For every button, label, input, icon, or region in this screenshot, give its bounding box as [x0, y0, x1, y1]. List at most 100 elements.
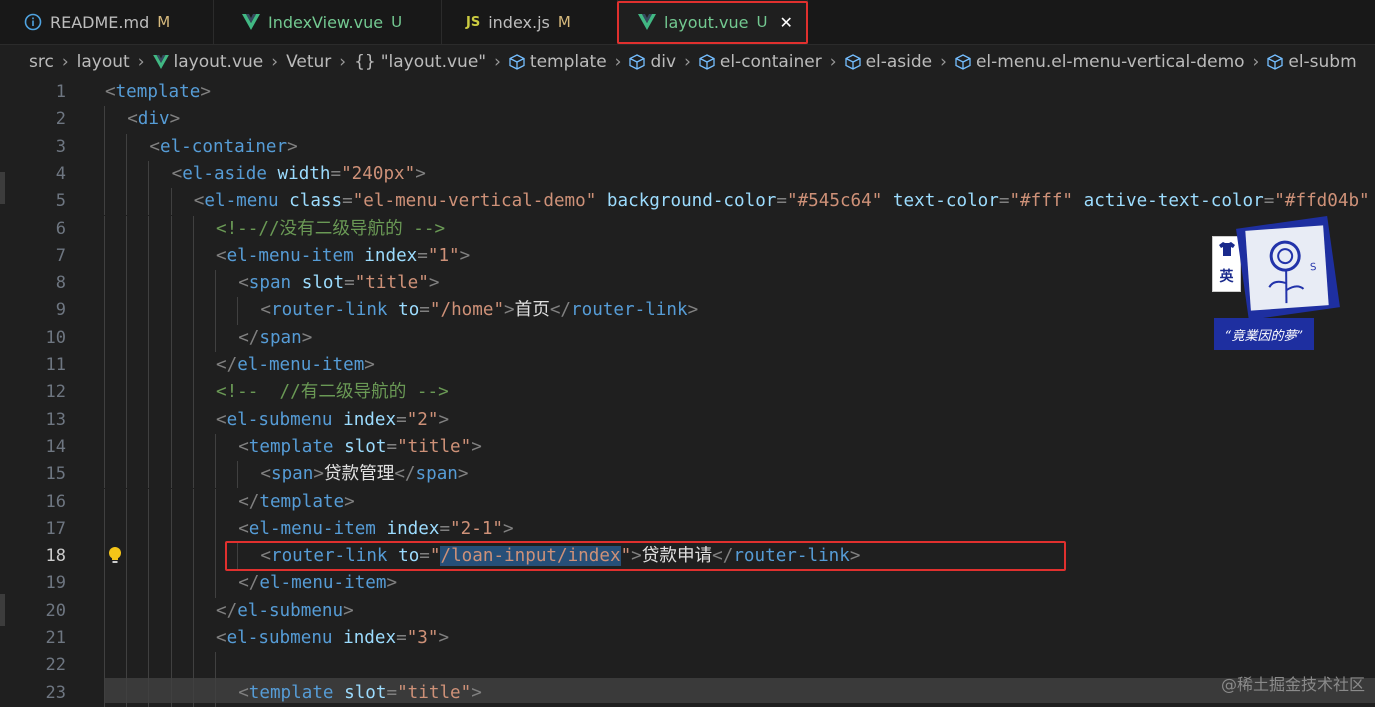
code-line[interactable]: 1 <template> — [0, 79, 1375, 106]
chevron-right-icon: › — [339, 52, 347, 72]
code-line[interactable]: 3 <el-container> — [0, 133, 1375, 161]
tab-readme[interactable]: README.md M — [0, 0, 214, 44]
code-line[interactable]: 19 </el-menu-item> — [0, 570, 1375, 598]
indent-guide — [104, 242, 105, 271]
indent-guide — [215, 461, 216, 489]
code-editor[interactable]: 1 <template> 2 <div> 3 <el-container> 4 <el-asi… — [0, 79, 1375, 707]
code-line[interactable]: 16 </template> — [0, 488, 1375, 516]
code-token: > — [438, 628, 450, 648]
indent-guide — [104, 515, 105, 544]
indent-guide — [104, 297, 105, 325]
code-line[interactable]: 14 <template slot="title"> — [0, 433, 1375, 462]
indent-guide — [192, 625, 194, 653]
indent-guide — [104, 133, 105, 161]
code-line[interactable]: 20 </el-submenu> — [0, 597, 1375, 625]
ime-badge: 英 — [1212, 236, 1241, 292]
breadcrumb-item[interactable]: "layout.vue" — [381, 52, 486, 72]
code-token: " — [620, 546, 632, 567]
indent-guide — [170, 570, 172, 598]
code-line[interactable]: 6 <!--//没有二级导航的 --> — [0, 215, 1375, 243]
code-line[interactable]: 13 <el-submenu index="2"> — [0, 406, 1375, 434]
breadcrumb-item[interactable]: src — [29, 52, 54, 72]
code-text: <!--//没有二级导航的 --> — [216, 216, 445, 243]
indent-guide — [237, 297, 239, 325]
lightbulb-icon[interactable] — [108, 546, 122, 570]
code-line[interactable]: 17 <el-menu-item index="2-1"> — [0, 515, 1375, 544]
code-token: template — [115, 82, 201, 102]
indent-guide — [170, 324, 172, 352]
indent-guide — [215, 433, 216, 462]
line-number: 14 — [45, 436, 66, 457]
breadcrumb-item[interactable]: template — [530, 52, 607, 72]
code-line[interactable]: 11 </el-menu-item> — [0, 352, 1375, 380]
code-token: < — [238, 436, 249, 457]
indent-guide — [192, 242, 194, 271]
code-token: = — [396, 409, 407, 430]
editor-tab-bar: README.md M IndexView.vue U JS index.js … — [0, 0, 1375, 45]
cube-icon — [844, 54, 861, 70]
code-text: <el-container> — [149, 134, 297, 161]
breadcrumb-item[interactable]: layout.vue — [174, 52, 264, 72]
indent-guide — [148, 379, 150, 407]
code-text: <!-- //有二级导航的 --> — [216, 379, 449, 406]
code-line[interactable]: 5 <el-menu class="el-menu-vertical-demo" … — [0, 188, 1375, 216]
code-token: < — [216, 628, 227, 648]
breadcrumb-item[interactable]: Vetur — [286, 52, 331, 72]
indent-guide — [104, 433, 105, 462]
indent-guide — [126, 297, 128, 325]
code-token: slot — [333, 436, 387, 457]
indent-guide — [170, 270, 172, 298]
code-token: > — [631, 546, 642, 567]
code-token: </ — [238, 327, 260, 348]
code-line[interactable]: 7 <el-menu-item index="1"> — [0, 242, 1375, 271]
indent-guide — [126, 215, 128, 243]
code-line[interactable]: 8 <span slot="title"> — [0, 270, 1375, 298]
code-token: 贷款管理 — [323, 464, 395, 485]
indent-guide — [192, 515, 194, 544]
breadcrumb-item[interactable]: el-aside — [866, 52, 933, 72]
tab-layout[interactable]: layout.vue U ✕ — [618, 0, 808, 44]
indent-guide — [148, 488, 150, 516]
cube-icon — [509, 54, 525, 70]
code-line[interactable]: 9 <router-link to="/home">首页</router-link… — [0, 297, 1375, 325]
tab-indexjs[interactable]: JS index.js M — [442, 0, 618, 44]
code-line[interactable]: 21 <el-submenu index="3"> — [0, 625, 1375, 653]
indent-guide — [192, 433, 194, 462]
code-token: = — [419, 546, 430, 567]
indent-guide — [126, 515, 128, 544]
breadcrumb-item[interactable]: div — [650, 52, 676, 72]
indent-guide — [170, 379, 172, 407]
code-token: " — [429, 546, 441, 567]
code-token: span — [270, 464, 314, 485]
code-line[interactable]: 10 </span> — [0, 324, 1375, 352]
code-token: > — [459, 245, 471, 266]
line-number: 7 — [55, 245, 66, 266]
code-line[interactable]: 22 — [0, 652, 1375, 680]
code-token: > — [386, 573, 398, 594]
code-token: "240px" — [341, 163, 416, 184]
code-token: "3" — [406, 628, 439, 648]
code-line[interactable]: 2 <div> — [0, 106, 1375, 134]
vue-icon — [152, 55, 169, 69]
code-line[interactable]: 15 <span>贷款管理</span> — [0, 461, 1375, 489]
indent-guide — [148, 352, 150, 380]
indent-guide — [126, 625, 128, 653]
code-line[interactable]: 4 <el-aside width="240px"> — [0, 160, 1375, 189]
breadcrumb-item[interactable]: el-menu.el-menu-vertical-demo — [976, 52, 1245, 72]
breadcrumb-item[interactable]: el-subm — [1288, 52, 1356, 72]
cube-icon — [699, 54, 715, 70]
code-line[interactable]: 18 <router-link to="/loan-input/index">贷款… — [0, 543, 1375, 571]
indent-guide — [104, 543, 105, 571]
close-icon[interactable]: ✕ — [779, 13, 792, 32]
breadcrumb-item[interactable]: el-container — [720, 52, 822, 72]
breadcrumb-item[interactable]: layout — [77, 52, 130, 72]
selected-text: /loan-input/index — [440, 546, 621, 567]
braces-icon: {} — [354, 52, 376, 72]
indent-guide — [148, 324, 150, 352]
tab-indexview[interactable]: IndexView.vue U — [214, 0, 442, 44]
code-token: template — [248, 436, 334, 457]
indent-guide — [126, 543, 128, 571]
indent-guide — [170, 625, 172, 653]
code-line[interactable]: 12 <!-- //有二级导航的 --> — [0, 379, 1375, 407]
indent-guide — [170, 461, 172, 489]
